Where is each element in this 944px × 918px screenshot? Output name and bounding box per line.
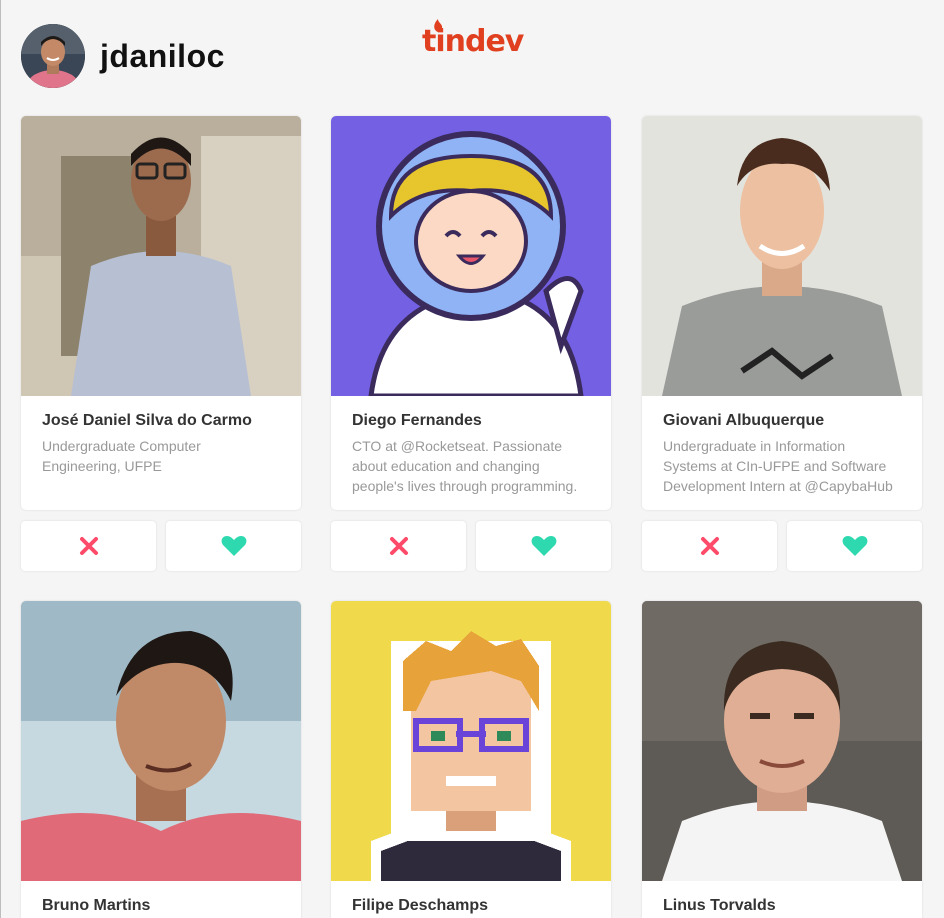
developer-name: Diego Fernandes xyxy=(352,412,482,429)
dislike-button[interactable] xyxy=(642,521,777,571)
developer-card: Giovani Albuquerque Undergraduate in Inf… xyxy=(642,116,922,510)
heart-icon xyxy=(842,536,867,556)
like-button[interactable] xyxy=(476,521,611,571)
profile-header: jdaniloc xyxy=(21,24,225,88)
developer-name: José Daniel Silva do Carmo xyxy=(42,412,252,429)
heart-icon xyxy=(221,536,246,556)
like-button[interactable] xyxy=(787,521,922,571)
developer-card: José Daniel Silva do Carmo Undergraduate… xyxy=(21,116,301,510)
tindev-logo[interactable]: tindev xyxy=(422,19,524,59)
developer-photo xyxy=(331,601,611,881)
dislike-button[interactable] xyxy=(21,521,156,571)
developer-photo xyxy=(642,601,922,881)
close-icon xyxy=(389,537,408,555)
developer-name: Giovani Albuquerque xyxy=(663,412,825,429)
avatar[interactable] xyxy=(21,24,85,88)
developer-photo xyxy=(21,601,301,881)
page-border xyxy=(0,0,1,918)
developer-photo xyxy=(331,116,611,396)
developer-bio: CTO at @Rocketseat. Passionate about edu… xyxy=(352,438,578,494)
flame-icon xyxy=(434,19,443,32)
developer-card: Bruno Martins xyxy=(21,601,301,918)
developer-photo xyxy=(21,116,301,396)
close-icon xyxy=(700,537,719,555)
developer-bio: Undergraduate Computer Engineering, UFPE xyxy=(42,438,201,474)
developer-bio: Undergraduate in Information Systems at … xyxy=(663,438,893,494)
like-button[interactable] xyxy=(166,521,301,571)
developer-name: Bruno Martins xyxy=(42,897,151,914)
close-icon xyxy=(79,537,98,555)
username: jdaniloc xyxy=(100,37,225,74)
developer-name: Linus Torvalds xyxy=(663,897,776,914)
developer-card: Diego Fernandes CTO at @Rocketseat. Pass… xyxy=(331,116,611,510)
developer-photo xyxy=(642,116,922,396)
heart-icon xyxy=(531,536,556,556)
developer-card: Filipe Deschamps xyxy=(331,601,611,918)
dislike-button[interactable] xyxy=(331,521,466,571)
developer-card: Linus Torvalds xyxy=(642,601,922,918)
developer-name: Filipe Deschamps xyxy=(352,897,489,914)
